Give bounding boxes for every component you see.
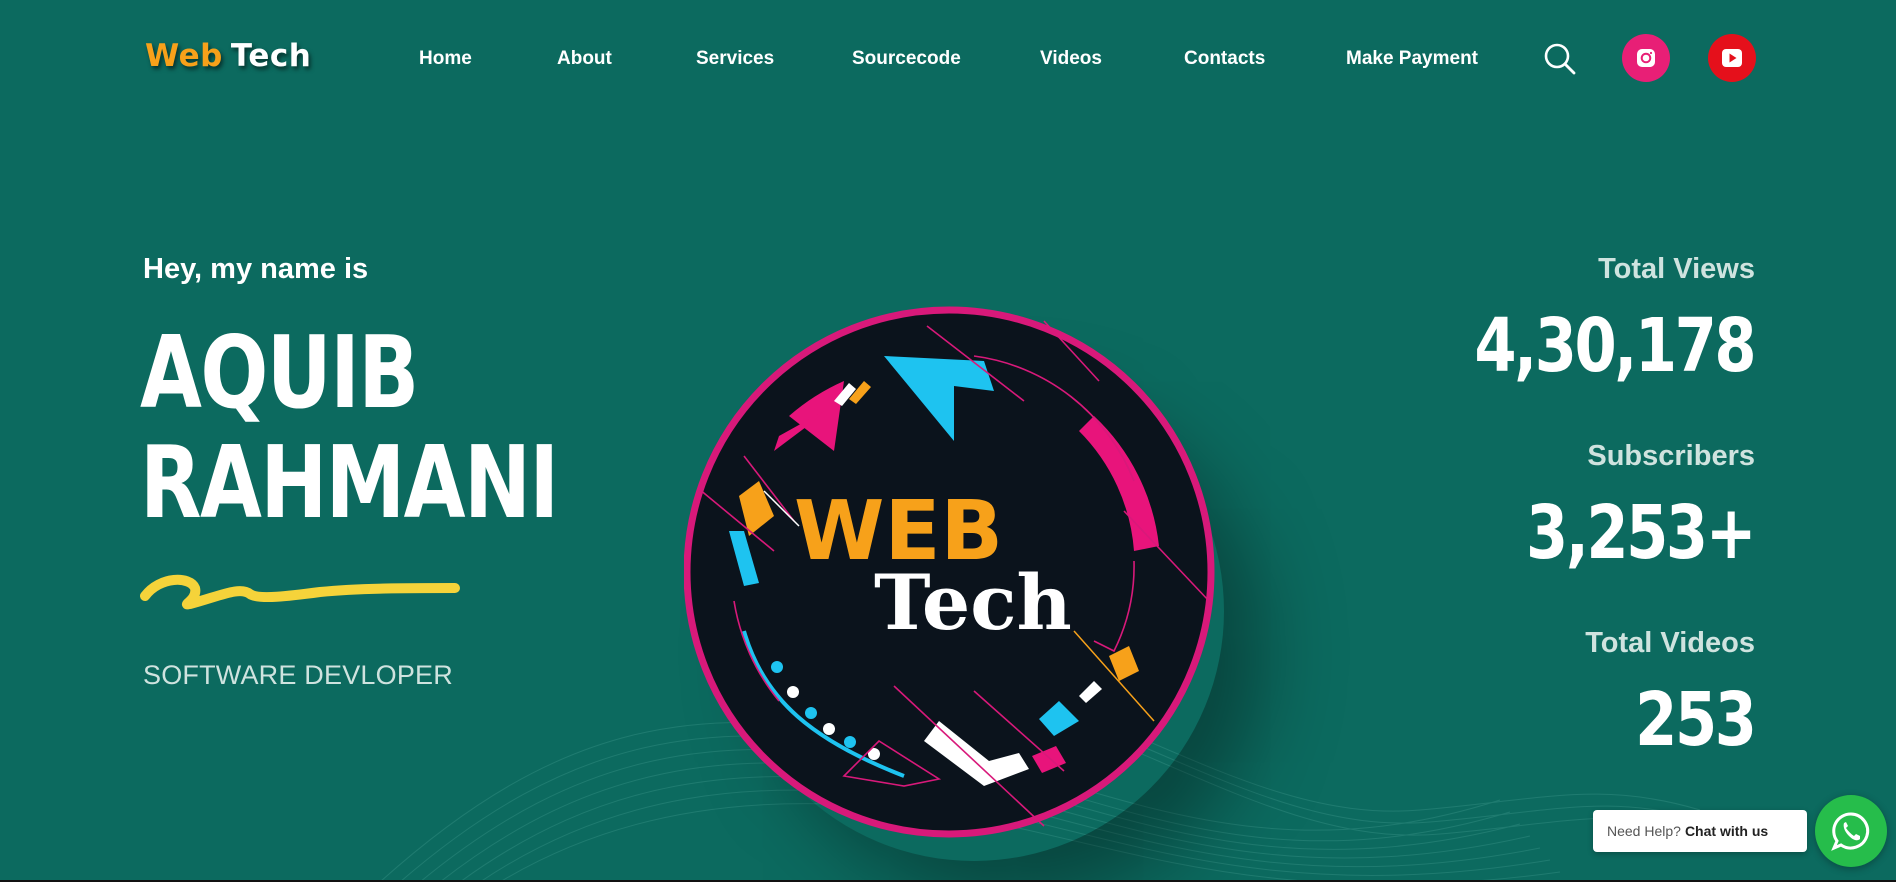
hero-first-name: AQUIB: [140, 314, 419, 431]
stat-total-views-label: Total Views: [1598, 253, 1755, 285]
chat-prefix: Need Help?: [1607, 823, 1681, 839]
nav-home[interactable]: Home: [419, 48, 472, 70]
hero-name: AQUIB RAHMANI: [140, 314, 559, 541]
nav-sourcecode[interactable]: Sourcecode: [852, 48, 961, 70]
stat-subscribers-value: 3,253+: [1525, 490, 1756, 576]
whatsapp-button[interactable]: [1815, 795, 1887, 867]
chat-help-box[interactable]: Need Help? Chat with us: [1593, 810, 1807, 852]
chat-cta: Chat with us: [1684, 823, 1769, 839]
emblem-text-tech: Tech: [874, 558, 1072, 647]
search-button[interactable]: [1543, 42, 1577, 76]
hero-last-name: RAHMANI: [140, 424, 559, 541]
emblem-graphic: WEB Tech: [684, 306, 1215, 838]
site-logo[interactable]: Web Tech: [145, 38, 311, 74]
logo-text-web: Web: [145, 38, 223, 74]
nav-services[interactable]: Services: [696, 48, 774, 70]
logo-text-tech: Tech: [230, 38, 312, 74]
instagram-button[interactable]: [1622, 34, 1670, 82]
youtube-icon: [1722, 49, 1742, 67]
hero-role: SOFTWARE DEVLOPER: [143, 660, 453, 690]
stat-total-videos-value: 253: [1634, 677, 1757, 763]
search-icon: [1544, 43, 1576, 75]
decorative-squiggle: [140, 574, 460, 610]
nav-about[interactable]: About: [557, 48, 612, 70]
nav-make-payment[interactable]: Make Payment: [1346, 48, 1478, 70]
hero-greeting: Hey, my name is: [143, 253, 369, 285]
youtube-button[interactable]: [1708, 34, 1756, 82]
nav-contacts[interactable]: Contacts: [1184, 48, 1265, 70]
instagram-icon: [1637, 49, 1655, 67]
stat-total-videos-label: Total Videos: [1585, 627, 1755, 659]
site-header: Web Tech Home About Services Sourcecode V…: [0, 0, 1896, 120]
whatsapp-icon: [1831, 812, 1870, 851]
stat-subscribers-label: Subscribers: [1587, 440, 1755, 472]
stat-total-views-value: 4,30,178: [1474, 303, 1756, 389]
web-tech-emblem: WEB Tech: [684, 301, 1215, 846]
nav-videos[interactable]: Videos: [1040, 48, 1102, 70]
